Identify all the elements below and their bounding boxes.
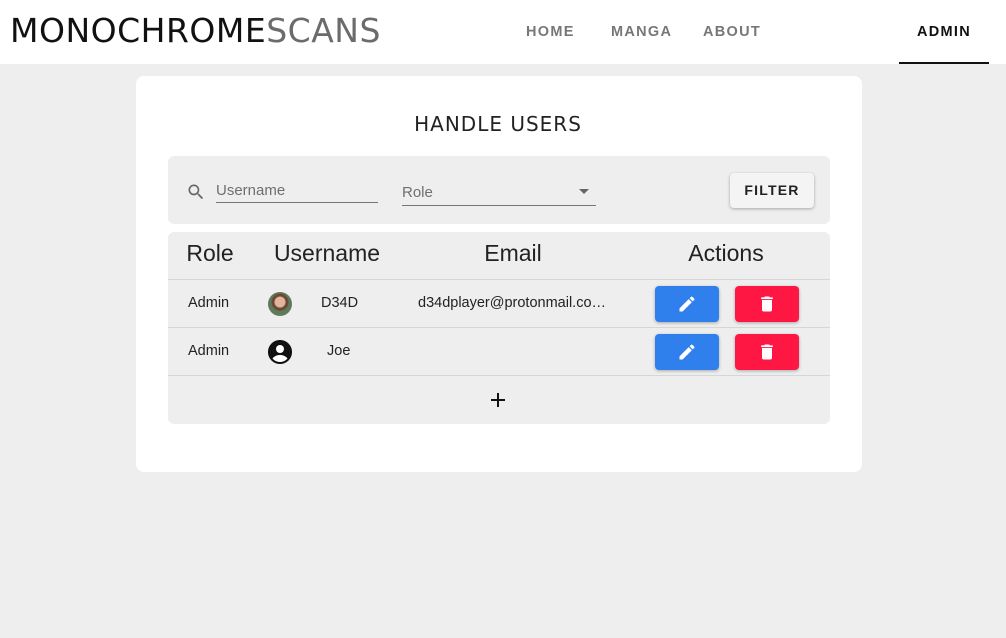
chevron-down-icon <box>579 189 589 194</box>
brand-logo-part1: MONOCHROME <box>10 11 267 50</box>
pencil-icon <box>679 296 695 312</box>
filter-bar: Role FILTER <box>168 156 830 224</box>
add-user-row <box>168 375 830 424</box>
brand-logo-part2: SCANS <box>266 11 381 50</box>
table-row: Admin D34D d34dplayer@protonmail.co… <box>168 279 830 327</box>
row-username: D34D <box>321 295 359 311</box>
pencil-icon <box>679 344 695 360</box>
top-app-bar: MONOCHROMESCANS HOME MANGA ABOUT ADMIN <box>0 0 1006 64</box>
nav-home[interactable]: HOME <box>526 0 575 64</box>
search-icon <box>186 182 206 202</box>
column-header-actions: Actions <box>688 240 764 266</box>
trash-icon <box>761 296 773 312</box>
trash-icon <box>761 344 773 360</box>
filter-button[interactable]: FILTER <box>730 173 814 208</box>
nav-about[interactable]: ABOUT <box>703 0 761 64</box>
users-table: Role Username Email Actions Admin D34D d… <box>168 232 830 424</box>
avatar <box>268 292 292 316</box>
delete-user-button[interactable] <box>735 334 799 370</box>
account-circle-icon <box>268 340 292 364</box>
row-username: Joe <box>327 343 351 359</box>
column-header-email: Email <box>484 240 542 266</box>
column-header-username: Username <box>273 240 381 266</box>
page-title: HANDLE USERS <box>414 112 582 136</box>
nav-admin[interactable]: ADMIN <box>899 0 989 64</box>
row-role: Admin <box>188 295 230 311</box>
brand-logo[interactable]: MONOCHROMESCANS <box>10 11 381 50</box>
edit-user-button[interactable] <box>655 334 719 370</box>
column-header-role: Role <box>186 240 234 266</box>
edit-user-button[interactable] <box>655 286 719 322</box>
role-filter-select[interactable]: Role <box>402 180 596 206</box>
table-row: Admin Joe <box>168 327 830 375</box>
username-filter-input[interactable] <box>216 178 378 203</box>
row-email <box>418 328 610 375</box>
role-select-label: Role <box>402 184 433 201</box>
plus-icon[interactable] <box>489 391 507 409</box>
delete-user-button[interactable] <box>735 286 799 322</box>
nav-manga[interactable]: MANGA <box>611 0 672 64</box>
row-email: d34dplayer@protonmail.co… <box>418 295 607 311</box>
row-role: Admin <box>188 343 230 359</box>
